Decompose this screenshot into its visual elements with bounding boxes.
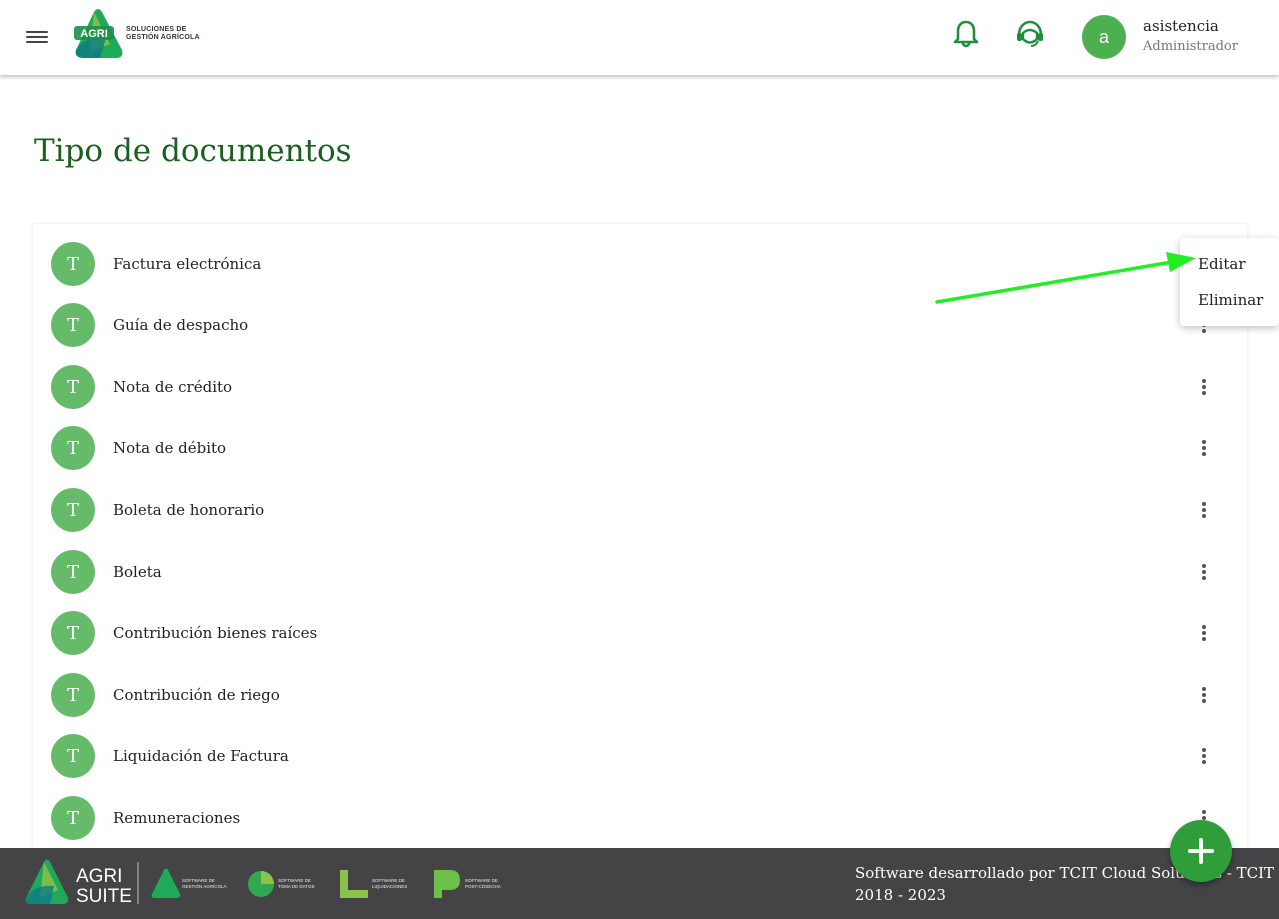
pakit-product-logo-icon: SOFTWARE DE POST-COSECHA bbox=[434, 870, 501, 898]
bell-icon[interactable] bbox=[950, 18, 982, 50]
more-options-icon[interactable] bbox=[1192, 621, 1216, 645]
list-item[interactable]: T Nota de débito bbox=[33, 418, 1247, 479]
list-item[interactable]: T Boleta bbox=[33, 542, 1247, 603]
row-context-menu: Editar Eliminar bbox=[1180, 238, 1279, 326]
list-item-avatar: T bbox=[51, 550, 95, 594]
list-item-label: Factura electrónica bbox=[113, 255, 262, 273]
list-item-avatar: T bbox=[51, 673, 95, 717]
agri-logo[interactable]: AGRI SOLUCIONES DE GESTIÓN AGRÍCOLA bbox=[70, 6, 210, 62]
svg-text:TOMA DE DATOS: TOMA DE DATOS bbox=[278, 884, 315, 889]
list-item[interactable]: T Guía de despacho bbox=[33, 295, 1247, 356]
svg-text:GESTIÓN AGRÍCOLA: GESTIÓN AGRÍCOLA bbox=[182, 883, 227, 889]
svg-text:AGRI: AGRI bbox=[76, 866, 122, 887]
brand-tagline: SOLUCIONES DE GESTIÓN AGRÍCOLA bbox=[126, 26, 200, 42]
list-item-label: Liquidación de Factura bbox=[113, 747, 289, 765]
more-options-icon[interactable] bbox=[1192, 560, 1216, 584]
brand-tagline-line-1: SOLUCIONES DE bbox=[126, 26, 187, 33]
list-item-avatar: T bbox=[51, 303, 95, 347]
more-options-icon[interactable] bbox=[1192, 436, 1216, 460]
list-item-avatar: T bbox=[51, 796, 95, 840]
list-item[interactable]: T Nota de crédito bbox=[33, 357, 1247, 418]
list-item[interactable]: T Contribución de riego bbox=[33, 665, 1247, 726]
list-item-label: Boleta bbox=[113, 563, 162, 581]
svg-text:SUITE: SUITE bbox=[76, 886, 132, 907]
svg-text:AGRI: AGRI bbox=[80, 28, 108, 40]
agri-product-logo-icon: SOFTWARE DE GESTIÓN AGRÍCOLA bbox=[151, 868, 227, 898]
list-item-label: Guía de despacho bbox=[113, 316, 249, 334]
list-item-avatar: T bbox=[51, 488, 95, 532]
agri-suite-logo-icon: AGRI SUITE bbox=[25, 859, 132, 907]
list-item[interactable]: T Remuneraciones bbox=[33, 788, 1247, 849]
list-item-label: Remuneraciones bbox=[113, 809, 241, 827]
svg-text:SOFTWARE DE: SOFTWARE DE bbox=[465, 878, 498, 883]
more-options-icon[interactable] bbox=[1192, 744, 1216, 768]
agri-suite-logos: AGRI SUITE SOFTWARE DE GESTIÓN AGRÍCOLA … bbox=[25, 859, 501, 907]
svg-text:POST-COSECHA: POST-COSECHA bbox=[465, 884, 501, 889]
footer-years: 2018 - 2023 bbox=[855, 886, 946, 904]
plus-icon bbox=[1188, 838, 1214, 864]
list-item-avatar: T bbox=[51, 426, 95, 470]
list-item-avatar: T bbox=[51, 734, 95, 778]
grivant-product-logo-icon: SOFTWARE DE TOMA DE DATOS bbox=[248, 871, 315, 897]
footer: AGRI SUITE SOFTWARE DE GESTIÓN AGRÍCOLA … bbox=[0, 848, 1279, 919]
list-item-label: Contribución de riego bbox=[113, 686, 280, 704]
likit-product-logo-icon: SOFTWARE DE LIQUIDACIONES bbox=[340, 870, 407, 898]
page-title: Tipo de documentos bbox=[34, 133, 352, 169]
list-item-avatar: T bbox=[51, 611, 95, 655]
list-item-label: Nota de crédito bbox=[113, 378, 233, 396]
brand-tagline-line-2: GESTIÓN AGRÍCOLA bbox=[126, 34, 200, 41]
add-document-type-button[interactable] bbox=[1170, 820, 1232, 882]
support-headset-icon[interactable] bbox=[1014, 18, 1046, 50]
list-item[interactable]: T Factura electrónica bbox=[33, 234, 1247, 295]
list-item-avatar: T bbox=[51, 242, 95, 286]
more-options-icon[interactable] bbox=[1192, 683, 1216, 707]
delete-menu-item[interactable]: Eliminar bbox=[1198, 291, 1263, 309]
more-options-icon[interactable] bbox=[1192, 498, 1216, 522]
list-item-label: Contribución bienes raíces bbox=[113, 624, 318, 642]
list-item-label: Nota de débito bbox=[113, 439, 227, 457]
agri-logo-mark-icon: AGRI bbox=[74, 9, 123, 58]
list-item[interactable]: T Contribución bienes raíces bbox=[33, 603, 1247, 664]
user-role: Administrador bbox=[1143, 39, 1238, 54]
svg-text:LIQUIDACIONES: LIQUIDACIONES bbox=[372, 884, 407, 889]
list-item[interactable]: T Boleta de honorario bbox=[33, 480, 1247, 541]
more-options-icon[interactable] bbox=[1192, 375, 1216, 399]
list-item[interactable]: T Liquidación de Factura bbox=[33, 726, 1247, 787]
edit-menu-item[interactable]: Editar bbox=[1198, 255, 1246, 273]
svg-text:SOFTWARE DE: SOFTWARE DE bbox=[278, 878, 311, 883]
svg-text:SOFTWARE DE: SOFTWARE DE bbox=[182, 878, 215, 883]
svg-text:SOFTWARE DE: SOFTWARE DE bbox=[372, 878, 405, 883]
user-name: asistencia bbox=[1143, 17, 1219, 35]
list-item-label: Boleta de honorario bbox=[113, 501, 265, 519]
document-type-list: T Factura electrónica T Guía de despacho… bbox=[33, 224, 1247, 864]
menu-icon[interactable] bbox=[26, 28, 48, 46]
user-avatar[interactable]: a bbox=[1082, 15, 1126, 59]
top-app-bar: AGRI SOLUCIONES DE GESTIÓN AGRÍCOLA a as… bbox=[0, 0, 1279, 75]
list-item-avatar: T bbox=[51, 365, 95, 409]
